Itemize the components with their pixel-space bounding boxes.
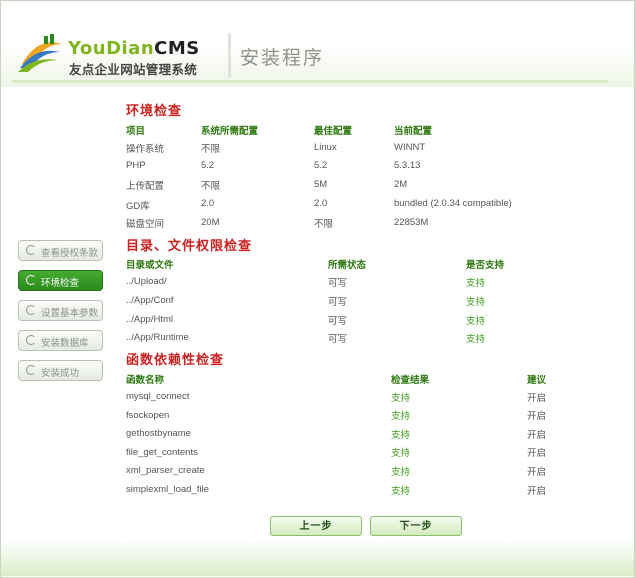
dirs-cell: 可写 [328, 278, 348, 289]
env-header-item: 项目 [126, 126, 146, 137]
env-cell: 不限 [201, 144, 221, 155]
env-cell: 上传配置 [126, 181, 165, 192]
env-cell: 2.0 [201, 198, 215, 209]
env-cell: bundled (2.0.34 compatible) [394, 198, 512, 209]
env-cell: GD库 [126, 201, 150, 212]
dirs-cell: 支持 [466, 297, 486, 308]
step-install-db[interactable]: 安装数据库 [18, 330, 103, 351]
step-env-check[interactable]: 环境检查 [18, 270, 103, 291]
env-header-current: 当前配置 [394, 126, 433, 137]
logo-wordmark-green: YouDian [68, 38, 155, 59]
env-cell: 2.0 [314, 198, 328, 209]
header-rule [12, 80, 608, 83]
step-label: 安装成功 [41, 368, 80, 379]
funcs-cell: simplexml_load_file [126, 484, 209, 495]
funcs-cell: 开启 [527, 448, 547, 459]
funcs-cell: 开启 [527, 430, 547, 441]
dirs-cell: ../App/Runtime [126, 332, 189, 343]
step-success[interactable]: 安装成功 [18, 360, 103, 381]
logo-icon [18, 34, 62, 72]
dirs-cell: 可写 [328, 297, 348, 308]
step-label: 环境检查 [41, 278, 80, 289]
footer-band [1, 540, 634, 576]
dirs-header-status: 所需状态 [328, 260, 367, 271]
env-cell: 不限 [201, 181, 221, 192]
refresh-icon [26, 335, 36, 345]
refresh-icon [26, 245, 36, 255]
funcs-cell: 开启 [527, 467, 547, 478]
prev-button[interactable]: 上一步 [270, 516, 362, 536]
env-cell: 5.2 [314, 160, 328, 171]
dirs-section-title: 目录、文件权限检查 [126, 238, 253, 253]
dirs-cell: ../App/Html [126, 314, 173, 325]
funcs-cell: 开启 [527, 393, 547, 404]
funcs-header-name: 函数名称 [126, 375, 165, 386]
funcs-cell: 支持 [391, 393, 411, 404]
next-button[interactable]: 下一步 [370, 516, 462, 536]
dirs-cell: 可写 [328, 334, 348, 345]
dirs-cell: 支持 [466, 278, 486, 289]
env-cell: 操作系统 [126, 144, 165, 155]
env-header-best: 最佳配置 [314, 126, 353, 137]
env-cell: 5.2 [201, 160, 215, 171]
funcs-cell: xml_parser_create [126, 465, 205, 476]
env-cell: Linux [314, 142, 337, 153]
env-cell: 不限 [314, 219, 334, 230]
refresh-icon [26, 305, 36, 315]
funcs-cell: file_get_contents [126, 447, 198, 458]
funcs-cell: 支持 [391, 411, 411, 422]
step-label: 设置基本参数 [41, 308, 99, 319]
env-cell: 20M [201, 217, 220, 228]
env-cell: 22853M [394, 217, 429, 228]
dirs-cell: 支持 [466, 334, 486, 345]
logo-wordmark-dark: CMS [154, 38, 200, 59]
step-label: 查看授权条款 [41, 248, 99, 259]
logo-wordmark: YouDianCMS [68, 38, 200, 59]
env-section-title: 环境检查 [126, 103, 183, 118]
funcs-cell: fsockopen [126, 410, 170, 421]
dirs-cell: 支持 [466, 316, 486, 327]
env-header-required: 系统所需配置 [201, 126, 259, 137]
dirs-header-support: 是否支持 [466, 260, 505, 271]
funcs-cell: 支持 [391, 430, 411, 441]
funcs-cell: mysql_connect [126, 391, 190, 402]
env-cell: PHP [126, 160, 146, 171]
funcs-cell: 开启 [527, 486, 547, 497]
funcs-cell: 支持 [391, 467, 411, 478]
step-label: 安装数据库 [41, 338, 89, 349]
funcs-header-advice: 建议 [527, 375, 547, 386]
step-basic-params[interactable]: 设置基本参数 [18, 300, 103, 321]
dirs-cell: 可写 [328, 316, 348, 327]
funcs-header-result: 检查结果 [391, 375, 430, 386]
env-cell: 磁盘空间 [126, 219, 165, 230]
logo-subtitle: 友点企业网站管理系统 [69, 63, 198, 77]
dirs-cell: ../Upload/ [126, 276, 167, 287]
step-license[interactable]: 查看授权条款 [18, 240, 103, 261]
env-cell: 2M [394, 179, 408, 190]
funcs-cell: gethostbyname [126, 428, 191, 439]
dirs-header-path: 目录或文件 [126, 260, 174, 271]
funcs-cell: 支持 [391, 448, 411, 459]
dirs-cell: ../App/Conf [126, 295, 174, 306]
refresh-icon [26, 275, 36, 285]
env-cell: 5M [314, 179, 328, 190]
funcs-cell: 开启 [527, 411, 547, 422]
env-cell: WINNT [394, 142, 426, 153]
page-title: 安装程序 [240, 48, 325, 69]
funcs-cell: 支持 [391, 486, 411, 497]
header-divider [228, 33, 231, 78]
refresh-icon [26, 365, 36, 375]
funcs-section-title: 函数依赖性检查 [126, 352, 225, 367]
env-cell: 5.3.13 [394, 160, 421, 171]
